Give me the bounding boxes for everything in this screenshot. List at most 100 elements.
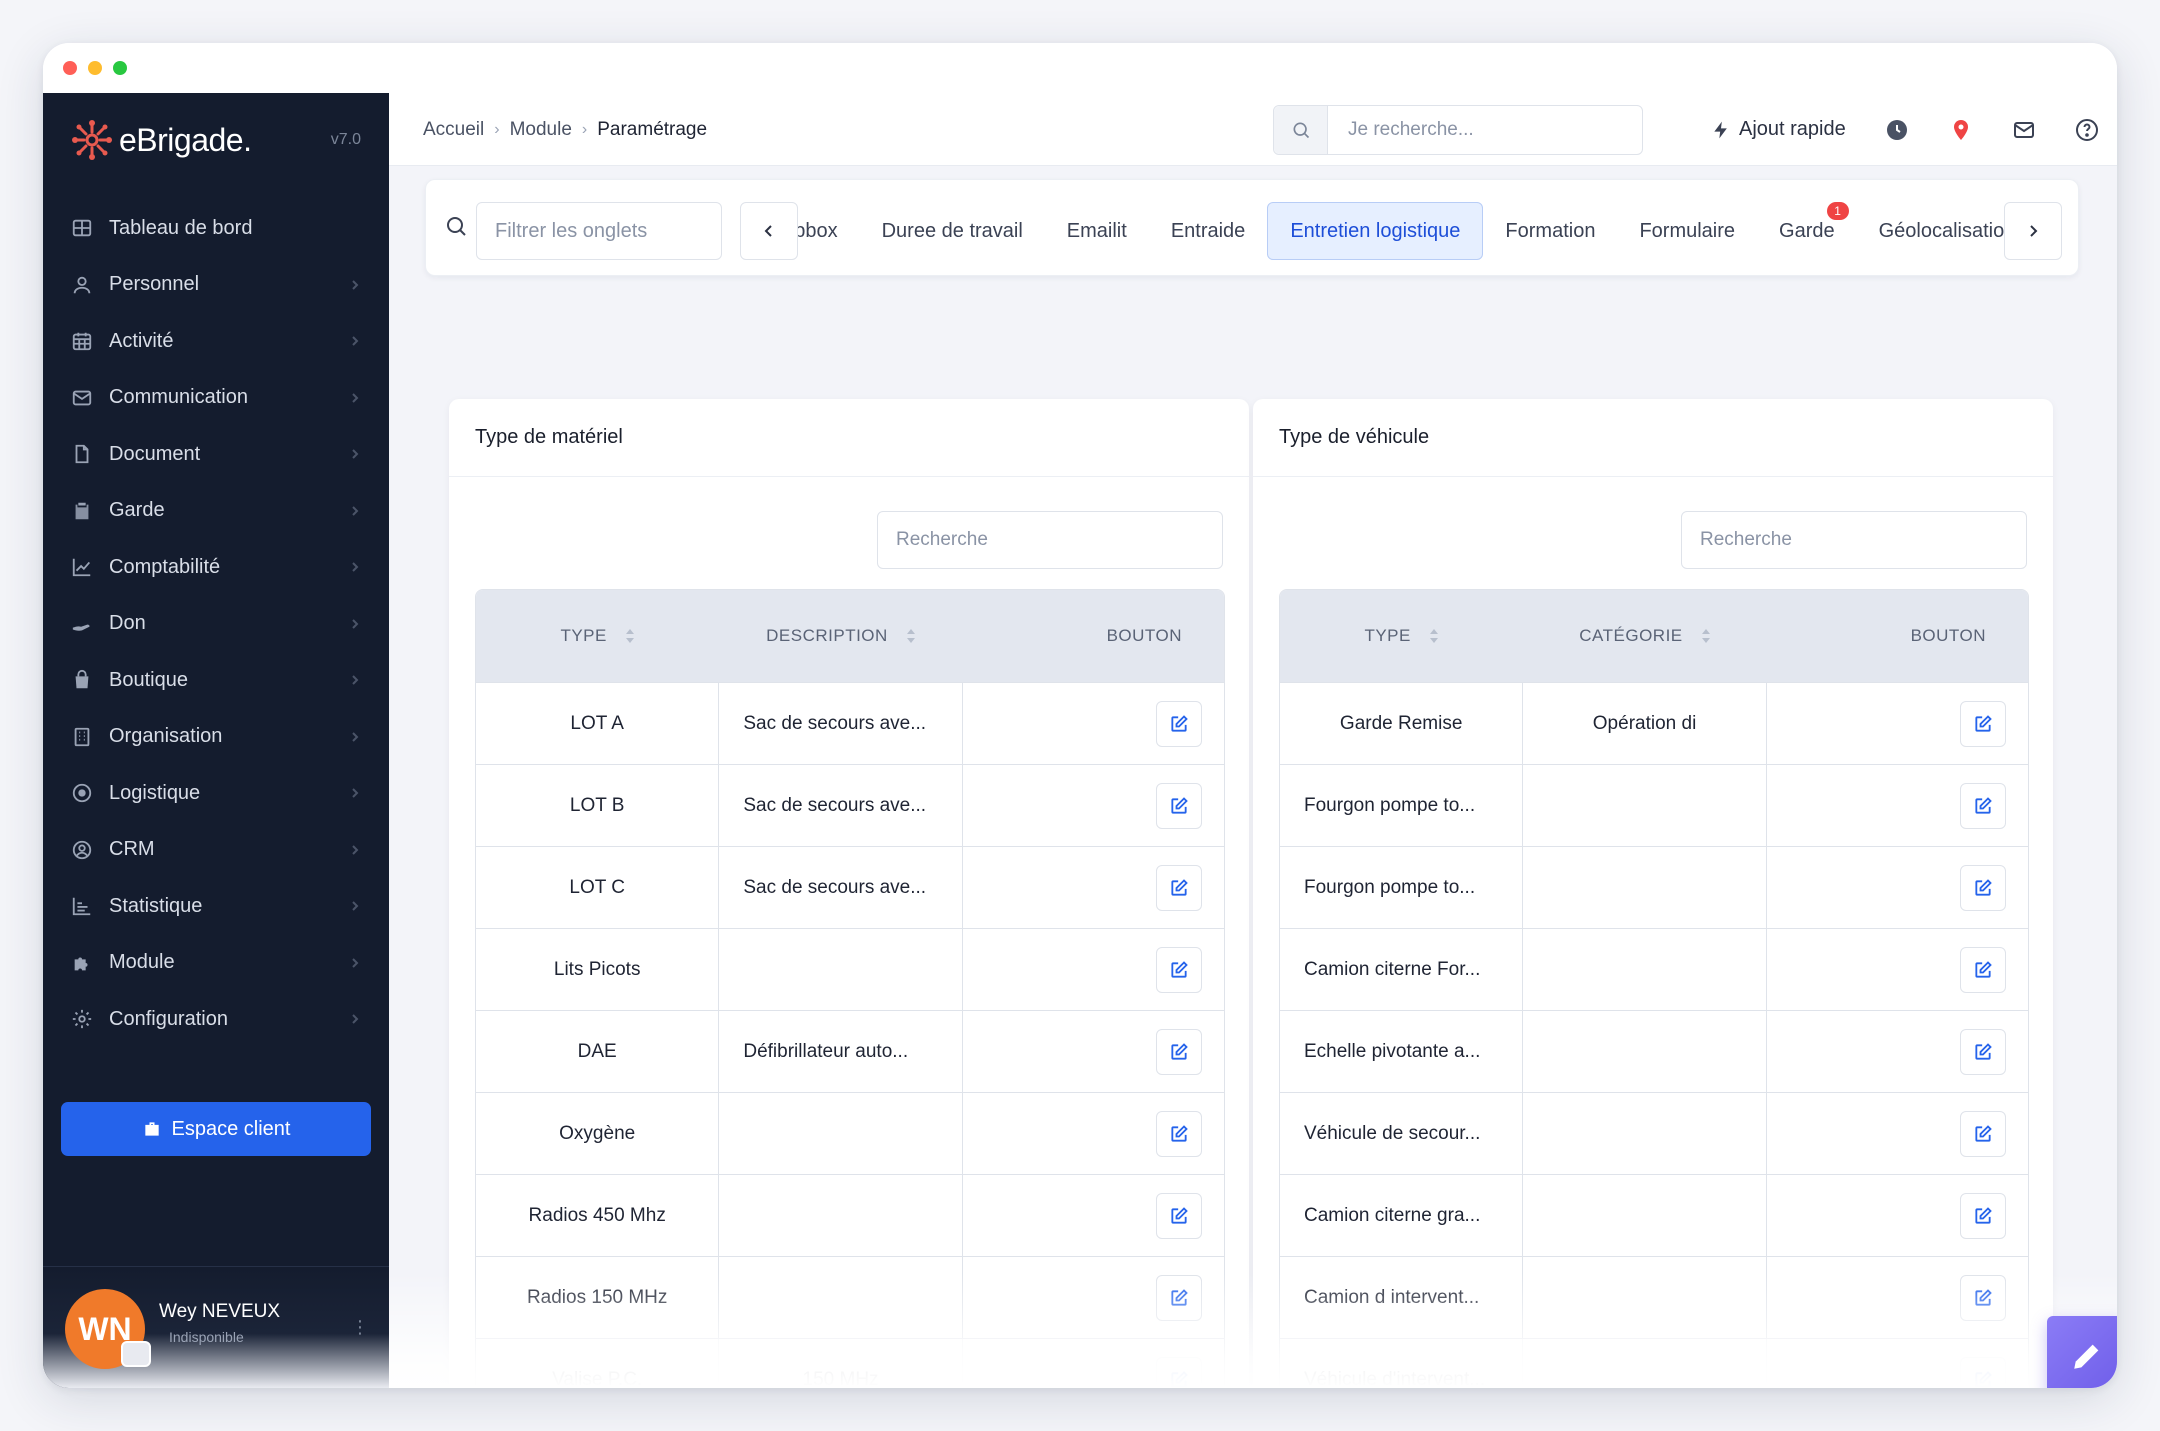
- edit-icon: [1171, 960, 1188, 978]
- tab-dropbox[interactable]: Dropbox: [798, 202, 860, 260]
- card-title: Type de matériel: [449, 399, 1249, 477]
- column-header-type[interactable]: TYPE: [1280, 590, 1523, 682]
- column-header-type[interactable]: TYPE: [476, 590, 719, 682]
- edit-button[interactable]: [1960, 782, 2006, 829]
- sort-icon: [906, 629, 915, 643]
- materiel-search-input[interactable]: [877, 511, 1223, 569]
- breadcrumb-module[interactable]: Module: [510, 119, 572, 141]
- sidebar-item-communication[interactable]: Communication: [43, 370, 389, 427]
- tab-entraide[interactable]: Entraide: [1149, 202, 1268, 260]
- edit-button[interactable]: [1156, 864, 1202, 911]
- maximize-window-button[interactable]: [113, 61, 127, 75]
- column-header-description[interactable]: DESCRIPTION: [719, 590, 962, 682]
- edit-button[interactable]: [1960, 1028, 2006, 1075]
- edit-button[interactable]: [1156, 700, 1202, 747]
- tab-formulaire[interactable]: Formulaire: [1617, 202, 1757, 260]
- edit-button[interactable]: [1156, 1274, 1202, 1321]
- location-pin-icon[interactable]: [1948, 117, 1974, 143]
- sidebar-item-configuration[interactable]: Configuration: [43, 991, 389, 1048]
- cell-secondary: [1523, 847, 1767, 928]
- global-search-input[interactable]: [1328, 119, 1628, 141]
- edit-button[interactable]: [1960, 1356, 2006, 1388]
- sidebar-item-garde[interactable]: Garde: [43, 483, 389, 540]
- cell-type: Véhicule d'intervent...: [1280, 1339, 1524, 1388]
- sidebar-item-logistique[interactable]: Logistique: [43, 765, 389, 822]
- edit-button[interactable]: [1960, 864, 2006, 911]
- minimize-window-button[interactable]: [88, 61, 102, 75]
- sidebar-item-organisation[interactable]: Organisation: [43, 709, 389, 766]
- edit-button[interactable]: [1960, 1110, 2006, 1157]
- app-logo[interactable]: eBrigade.: [71, 117, 252, 163]
- vehicule-search-input[interactable]: [1681, 511, 2027, 569]
- breadcrumb-separator: ›: [581, 120, 588, 138]
- tab-scroll-left-button[interactable]: [740, 202, 798, 260]
- cell-bouton: [1767, 765, 2028, 846]
- title-bar: [43, 43, 2117, 93]
- tab-duree-de-travail[interactable]: Duree de travail: [860, 202, 1045, 260]
- cell-type: Lits Picots: [476, 929, 720, 1010]
- cell-secondary: [1523, 1011, 1767, 1092]
- tab-entretien-logistique[interactable]: Entretien logistique: [1267, 202, 1484, 260]
- edit-fab-button[interactable]: [2047, 1316, 2117, 1388]
- cell-type: Camion citerne gra...: [1280, 1175, 1524, 1256]
- edit-button[interactable]: [1156, 1110, 1202, 1157]
- history-icon[interactable]: [1884, 117, 1910, 143]
- sidebar-item-crm[interactable]: CRM: [43, 822, 389, 879]
- edit-button[interactable]: [1960, 1274, 2006, 1321]
- cell-text: Camion citerne For...: [1304, 958, 1481, 980]
- edit-icon: [1975, 960, 1992, 978]
- tab-filter-input[interactable]: [476, 202, 722, 260]
- cell-text: Echelle pivotante a...: [1304, 1040, 1481, 1062]
- sidebar-item-don[interactable]: Don: [43, 596, 389, 653]
- edit-button[interactable]: [1960, 1192, 2006, 1239]
- edit-button[interactable]: [1156, 946, 1202, 993]
- breadcrumb-accueil[interactable]: Accueil: [423, 119, 484, 141]
- quick-add-button[interactable]: Ajout rapide: [1711, 93, 1846, 166]
- mail-icon[interactable]: [2011, 117, 2037, 143]
- sidebar-item-boutique[interactable]: Boutique: [43, 652, 389, 709]
- more-vertical-icon[interactable]: ⋮: [351, 1317, 369, 1338]
- chevron-right-icon: [352, 1014, 359, 1024]
- sidebar-item-document[interactable]: Document: [43, 426, 389, 483]
- tab-scroll-right-button[interactable]: [2004, 202, 2062, 260]
- sidebar-item-comptabilite[interactable]: Comptabilité: [43, 539, 389, 596]
- cell-bouton: [963, 1093, 1224, 1174]
- tab-geolocalisation[interactable]: Géolocalisation: [1857, 202, 2004, 260]
- help-icon[interactable]: [2074, 117, 2100, 143]
- tab-emailit[interactable]: Emailit: [1045, 202, 1149, 260]
- table-row: LOT B Sac de secours ave...: [476, 764, 1224, 846]
- edit-icon: [1171, 796, 1188, 814]
- tab-formation[interactable]: Formation: [1483, 202, 1617, 260]
- tab-strip: Dropbox Duree de travail Emailit Entraid…: [798, 202, 2004, 260]
- sidebar-item-statistique[interactable]: Statistique: [43, 878, 389, 935]
- column-header-categorie[interactable]: CATÉGORIE: [1523, 590, 1766, 682]
- edit-button[interactable]: [1156, 1356, 1202, 1388]
- cell-secondary: Sac de secours ave...: [719, 847, 963, 928]
- tab-garde[interactable]: Garde 1: [1757, 202, 1857, 260]
- sidebar-item-personnel[interactable]: Personnel: [43, 257, 389, 314]
- edit-button[interactable]: [1156, 1192, 1202, 1239]
- cell-bouton: [1767, 1175, 2028, 1256]
- sidebar-item-module[interactable]: Module: [43, 935, 389, 992]
- table-row: Fourgon pompe to...: [1280, 764, 2028, 846]
- user-panel[interactable]: WN Wey NEVEUX Indisponible ⋮: [43, 1266, 389, 1388]
- cell-bouton: [1767, 683, 2028, 764]
- sidebar-item-label: Statistique: [109, 894, 203, 917]
- close-window-button[interactable]: [63, 61, 77, 75]
- sidebar-item-activite[interactable]: Activité: [43, 313, 389, 370]
- edit-button[interactable]: [1156, 1028, 1202, 1075]
- cell-secondary: Sac de secours ave...: [719, 683, 963, 764]
- edit-button[interactable]: [1960, 700, 2006, 747]
- cell-text: Valise P.C.: [552, 1368, 643, 1389]
- sidebar-item-tableau-de-bord[interactable]: Tableau de bord: [43, 200, 389, 257]
- espace-client-button[interactable]: Espace client: [61, 1102, 371, 1156]
- chevron-right-icon: [352, 732, 359, 742]
- table-row: Véhicule de secour...: [1280, 1092, 2028, 1174]
- edit-button[interactable]: [1156, 782, 1202, 829]
- tab-label: Garde: [1779, 219, 1835, 242]
- cell-bouton: [1767, 1011, 2028, 1092]
- status-badge-icon: [121, 1341, 151, 1367]
- main-content: Dropbox Duree de travail Emailit Entraid…: [389, 166, 2117, 1388]
- search-icon[interactable]: [1274, 106, 1328, 154]
- edit-button[interactable]: [1960, 946, 2006, 993]
